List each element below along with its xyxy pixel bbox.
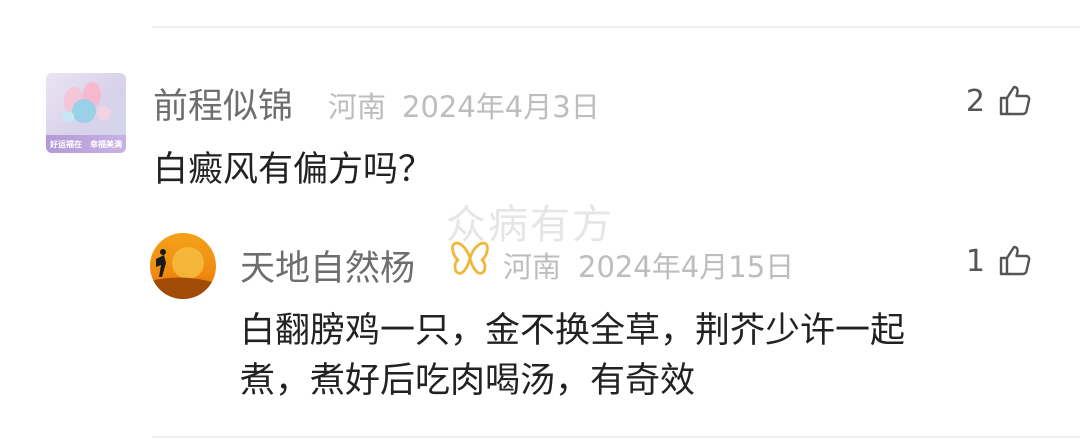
comment-thread: 好运福在 幸福美满 前程似锦 河南 2024年4月3日 白癜风有偏方吗？ 2 众… xyxy=(0,0,1080,440)
reply-location: 河南 xyxy=(503,250,562,284)
comment-text: 白癜风有偏方吗？ xyxy=(153,150,434,190)
divider xyxy=(152,436,1080,438)
thumbs-up-icon[interactable] xyxy=(998,243,1032,277)
comment-date: 2024年4月3日 xyxy=(402,90,600,124)
reply-like-count: 1 xyxy=(965,244,985,279)
reply-avatar[interactable] xyxy=(150,233,216,299)
reply-date: 2024年4月15日 xyxy=(578,250,795,284)
comment-user-name[interactable]: 前程似锦 xyxy=(153,78,293,129)
comment-location: 河南 xyxy=(328,90,387,124)
avatar[interactable]: 好运福在 幸福美满 xyxy=(46,73,126,153)
comment-like-count: 2 xyxy=(965,84,985,119)
divider xyxy=(152,26,1080,28)
avatar-caption-left: 好运福在 xyxy=(50,140,82,149)
thumbs-up-icon[interactable] xyxy=(998,83,1032,117)
avatar-art-icon xyxy=(62,82,111,123)
reply-text-line-1: 白翻膀鸡一只，金不换全草，荆芥少许一起 xyxy=(240,311,906,351)
reply-user-name[interactable]: 天地自然杨 xyxy=(240,240,415,291)
reply-text-line-2: 煮，煮好后吃肉喝汤，有奇效 xyxy=(240,361,696,401)
avatar-caption-right: 幸福美满 xyxy=(90,140,122,149)
butterfly-badge-icon xyxy=(451,241,489,275)
reply-avatar-art-icon xyxy=(150,247,216,299)
avatar-banner: 好运福在 幸福美满 xyxy=(46,135,126,153)
